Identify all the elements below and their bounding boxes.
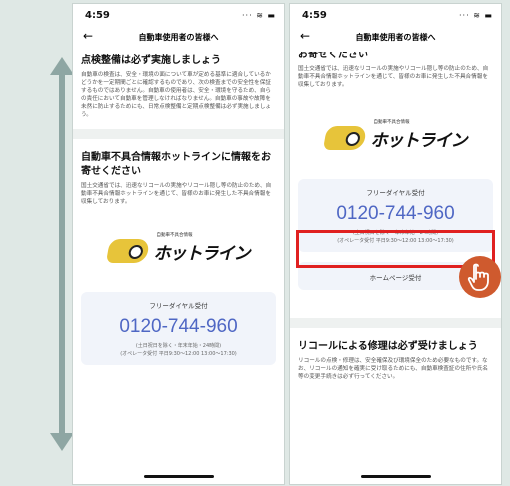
hours-line-2: (オペレータ受付 平日9:30〜12:00 13:00〜17:30) [120,351,237,357]
home-indicator [360,475,431,478]
page-title: 自動車使用者の皆様へ [138,33,219,42]
section-body-recall: リコールの点検・修理は、安全確保及び環境保全のため必要なものです。なお、リコール… [298,358,489,380]
status-time: 4:59 [302,10,327,21]
status-bar: 4:59 ··· ≋ ▬ [290,4,501,26]
hotline-logo: 自動車不具合情報 ホットライン [290,119,501,157]
logo-caption: 自動車不具合情報 [373,119,410,125]
scroll-content[interactable]: 点検整備は必ず実施しましょう 自動車の検査は、安全・環境の面について車が定める基… [73,52,284,484]
nav-bar: ← 自動車使用者の皆様へ [73,26,284,52]
divider [73,129,284,139]
hotline-logo: 自動車不具合情報 ホットライン [73,232,284,270]
phone-number-link[interactable]: 0120-744-960 [298,203,493,225]
page-title: 自動車使用者の皆様へ [355,33,436,42]
hours-line-1: (土日祝日を除く・年末年始・24時間) [135,343,222,349]
nav-bar: ← 自動車使用者の皆様へ [290,26,501,52]
car-logo-icon [105,239,150,263]
signal-wifi-battery-icon: ··· ≋ ▬ [459,11,493,20]
status-bar: 4:59 ··· ≋ ▬ [73,4,284,26]
phone-number-link[interactable]: 0120-744-960 [81,316,276,338]
home-indicator [143,475,214,478]
divider [290,318,501,328]
section-title-inspection: 点検整備は必ず実施しましょう [81,55,221,66]
logo-caption: 自動車不具合情報 [156,232,193,238]
section-body-inspection: 自動車の検査は、安全・環境の面について車が定める基準に適合しているかどうかを一定… [81,72,272,118]
section-title-recall: リコールによる修理は必ず受けましょう [298,341,478,352]
free-dial-label: フリーダイヤル受付 [366,189,425,197]
section-body-hotline: 国土交通省では、迅速なリコールの実施やリコール隠し等の防止のため、自動車不具合情… [81,183,272,205]
logo-title: ホットライン [153,243,251,264]
section-title-hotline: 自動車不具合情報ホットラインに情報をお寄せください [81,152,271,177]
free-dial-card[interactable]: フリーダイヤル受付 0120-744-960 (土日祝日を除く・年末年始・24時… [81,292,276,365]
tap-hand-icon [459,256,501,298]
car-logo-icon [322,126,367,150]
scroll-arrow-icon [50,57,74,451]
free-dial-label: フリーダイヤル受付 [149,302,208,310]
section-title-hotline-cont: お寄せください [298,52,368,60]
section-body-hotline: 国土交通省では、迅速なリコールの実施やリコール隠し等の防止のため、自動車不具合情… [298,66,489,88]
left-phone-screen: 4:59 ··· ≋ ▬ ← 自動車使用者の皆様へ 点検整備は必ず実施しましょう… [72,3,285,485]
status-time: 4:59 [85,10,110,21]
signal-wifi-battery-icon: ··· ≋ ▬ [242,11,276,20]
logo-title: ホットライン [370,130,468,151]
